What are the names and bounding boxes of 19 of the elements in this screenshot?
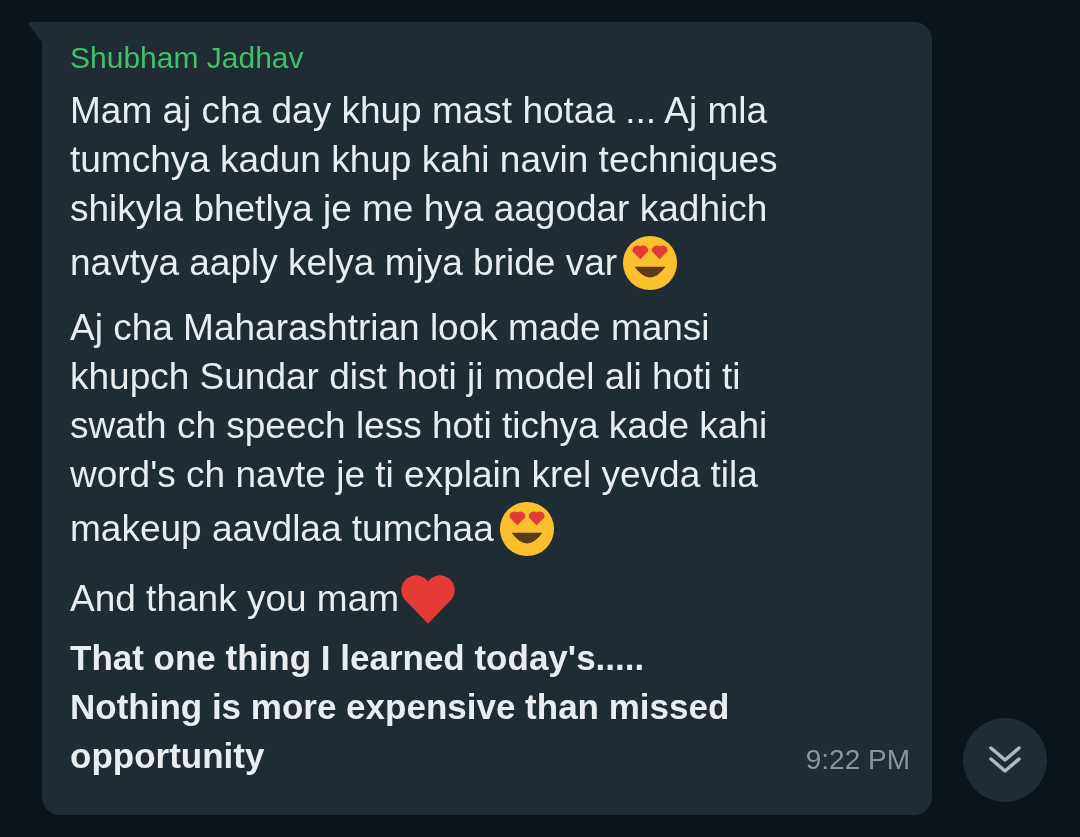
heart-eyes-emoji-icon bbox=[621, 234, 680, 292]
message-time: 9:22 PM bbox=[805, 744, 910, 776]
message-text: tumchya kadun khup kahi navin techniques bbox=[70, 138, 778, 182]
message-text: word's ch navte je ti explain krel yevda tila bbox=[70, 453, 758, 497]
message-text: Mam aj cha day khup mast hotaa ... Aj mla bbox=[70, 89, 768, 133]
message-text: Aj cha Maharashtrian look made mansi bbox=[70, 306, 710, 350]
message-text: swath ch speech less hoti tichya kade kahi bbox=[70, 404, 768, 448]
message-text: Nothing is more expensive than missed bbox=[70, 686, 730, 728]
message-text: That one thing I learned today's..... bbox=[70, 637, 645, 679]
heart-emoji-icon bbox=[399, 572, 458, 626]
message-text: navtya aaply kelya mjya bride var bbox=[70, 241, 618, 285]
message-text: makeup aavdlaa tumchaa bbox=[70, 507, 494, 551]
message-text: opportunity bbox=[70, 735, 265, 777]
chevrons-down-icon bbox=[988, 745, 1022, 775]
sender-name: Shubham Jadhav bbox=[70, 40, 305, 76]
message-text: khupch Sundar dist hoti ji model ali hoti ti bbox=[70, 355, 741, 399]
heart-eyes-emoji-icon bbox=[497, 500, 556, 558]
message-text: And thank you mam bbox=[70, 577, 400, 621]
message-text: shikyla bhetlya je me hya aagodar kadhich bbox=[70, 187, 768, 231]
